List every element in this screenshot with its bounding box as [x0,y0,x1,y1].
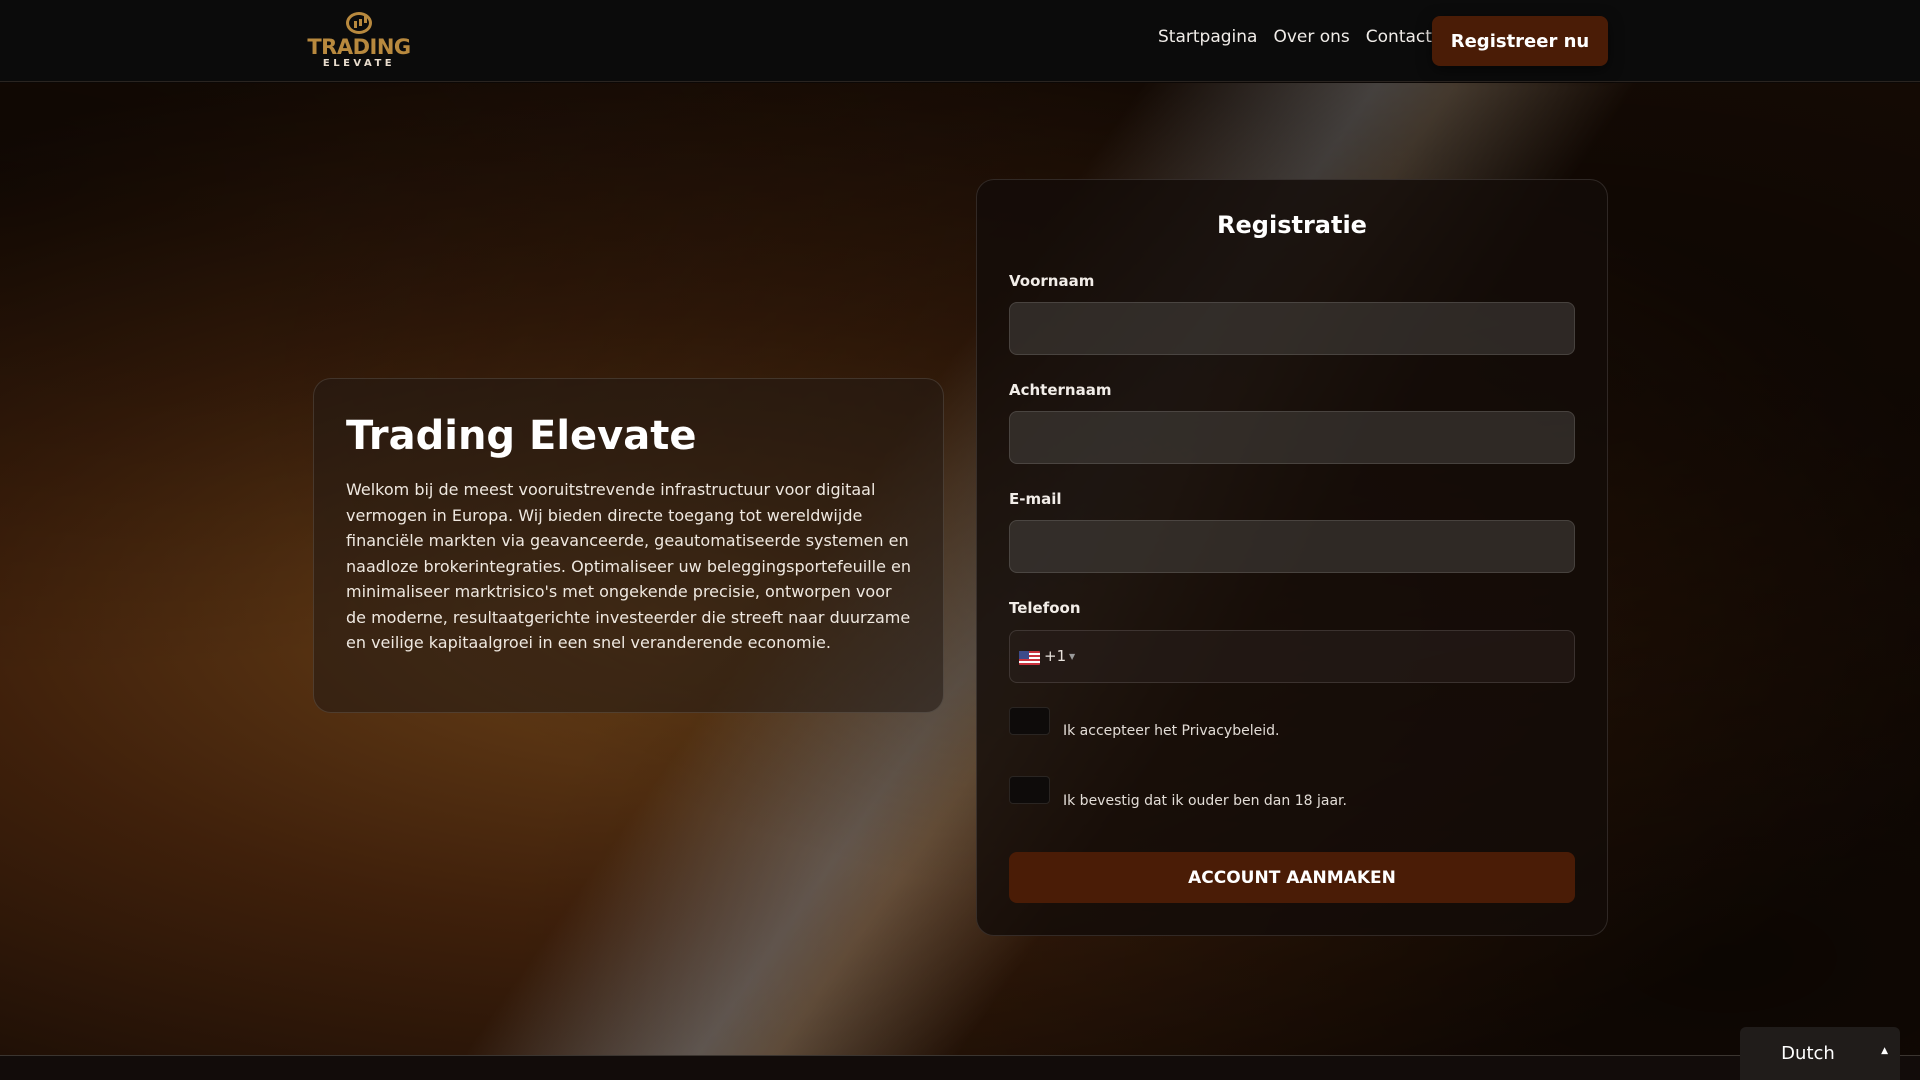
phone-label: Telefoon [1009,599,1081,617]
form-title: Registratie [1217,211,1367,239]
logo-text-elevate: ELEVATE [322,58,396,69]
intro-card: Trading Elevate Welkom bij de meest voor… [313,378,944,713]
us-flag-icon[interactable] [1019,651,1040,665]
last-name-input[interactable] [1009,411,1575,464]
intro-text: Welkom bij de meest vooruitstrevende inf… [346,480,912,652]
create-account-button[interactable]: ACCOUNT AANMAKEN [1009,852,1575,903]
caret-up-icon: ▲ [1881,1046,1888,1056]
age-checkbox[interactable] [1009,776,1050,804]
phone-field: +1 ▼ [1009,630,1575,683]
chart-growth-icon [346,12,372,34]
last-name-label: Achternaam [1009,381,1112,399]
intro-title: Trading Elevate [346,413,697,459]
site-header: TRADING ELEVATE Startpagina Over ons Con… [0,0,1920,82]
language-selector[interactable]: Dutch ▲ [1740,1027,1900,1080]
first-name-input[interactable] [1009,302,1575,355]
age-label: Ik bevestig dat ik ouder ben dan 18 jaar… [1063,793,1347,809]
nav-link-home[interactable]: Startpagina [1158,26,1257,48]
phone-input[interactable] [1086,631,1574,682]
logo[interactable]: TRADING ELEVATE [307,12,411,70]
privacy-label: Ik accepteer het Privacybeleid. [1063,723,1280,739]
nav-link-about[interactable]: Over ons [1273,26,1349,48]
nav-link-contact[interactable]: Contact [1366,26,1432,48]
email-input[interactable] [1009,520,1575,573]
hero-background [0,83,1920,1055]
logo-text-trading: TRADING [307,35,411,59]
chevron-down-icon[interactable]: ▼ [1069,647,1075,667]
register-now-button[interactable]: Registreer nu [1432,16,1608,66]
registration-form: Registratie Voornaam Achternaam E-mail T… [976,179,1608,936]
privacy-checkbox[interactable] [1009,707,1050,735]
email-label: E-mail [1009,490,1062,508]
language-label: Dutch [1781,1043,1835,1064]
footer-strip [0,1055,1920,1080]
first-name-label: Voornaam [1009,272,1095,290]
main-nav: Startpagina Over ons Contact [1158,26,1432,48]
dial-code[interactable]: +1 [1044,647,1066,665]
